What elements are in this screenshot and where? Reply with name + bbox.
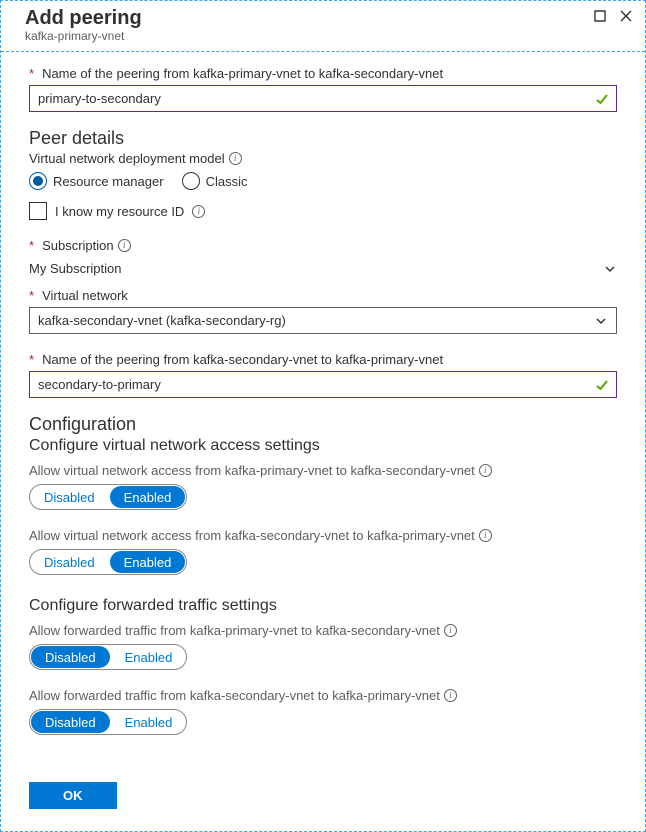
panel-subtitle: kafka-primary-vnet	[25, 29, 621, 43]
deployment-model-label: Virtual network deployment model i	[29, 151, 617, 166]
access1-toggle[interactable]: Disabled Enabled	[29, 484, 187, 510]
name-in-label: Name of the peering from kafka-secondary…	[29, 352, 617, 367]
chevron-down-icon	[594, 314, 608, 328]
pin-icon[interactable]	[593, 9, 607, 26]
peer-details-heading: Peer details	[29, 128, 617, 149]
footer: OK	[1, 772, 645, 831]
configuration-heading: Configuration	[29, 414, 617, 435]
name-out-input[interactable]	[29, 85, 617, 112]
panel-header: Add peering kafka-primary-vnet	[1, 1, 645, 51]
know-resource-id-label: I know my resource ID	[55, 204, 184, 219]
fwd2-label: Allow forwarded traffic from kafka-secon…	[29, 688, 617, 703]
radio-resource-manager[interactable]: Resource manager	[29, 172, 164, 190]
name-in-input[interactable]	[29, 371, 617, 398]
info-icon[interactable]: i	[118, 239, 131, 252]
check-icon	[595, 378, 609, 392]
access1-label: Allow virtual network access from kafka-…	[29, 463, 617, 478]
panel-title: Add peering	[25, 7, 621, 30]
vnet-select[interactable]: kafka-secondary-vnet (kafka-secondary-rg…	[29, 307, 617, 334]
ok-button[interactable]: OK	[29, 782, 117, 809]
vnet-label: Virtual network	[29, 288, 617, 303]
chevron-down-icon	[603, 262, 617, 276]
info-icon[interactable]: i	[479, 464, 492, 477]
name-out-label: Name of the peering from kafka-primary-v…	[29, 66, 617, 81]
know-resource-id-checkbox[interactable]	[29, 202, 47, 220]
access2-toggle[interactable]: Disabled Enabled	[29, 549, 187, 575]
access2-label: Allow virtual network access from kafka-…	[29, 528, 617, 543]
info-icon[interactable]: i	[192, 205, 205, 218]
close-icon[interactable]	[619, 9, 633, 26]
fwd1-toggle[interactable]: Disabled Enabled	[29, 644, 187, 670]
add-peering-panel: Add peering kafka-primary-vnet Name of t…	[0, 0, 646, 832]
subscription-dropdown[interactable]: My Subscription	[29, 257, 617, 288]
info-icon[interactable]: i	[444, 689, 457, 702]
fwd1-label: Allow forwarded traffic from kafka-prima…	[29, 623, 617, 638]
radio-classic[interactable]: Classic	[182, 172, 248, 190]
access-settings-heading: Configure virtual network access setting…	[29, 437, 617, 455]
info-icon[interactable]: i	[444, 624, 457, 637]
subscription-label: Subscription i	[29, 238, 617, 253]
info-icon[interactable]: i	[479, 529, 492, 542]
fwd-settings-heading: Configure forwarded traffic settings	[29, 597, 617, 615]
fwd2-toggle[interactable]: Disabled Enabled	[29, 709, 187, 735]
scroll-region[interactable]: Name of the peering from kafka-primary-v…	[1, 51, 645, 772]
check-icon	[595, 92, 609, 106]
info-icon[interactable]: i	[229, 152, 242, 165]
